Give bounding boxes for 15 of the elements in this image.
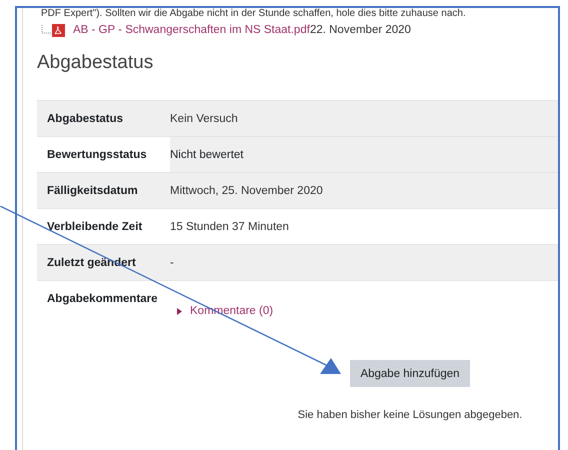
table-cell: Mittwoch, 25. November 2020: [170, 173, 558, 208]
file-date: 22. November 2020: [310, 24, 411, 36]
table-header-cell: Fälligkeitsdatum: [37, 173, 170, 208]
pdf-file-icon: [52, 24, 65, 36]
table-cell: Nicht bewertet: [170, 137, 558, 172]
caret-icon: [177, 308, 182, 314]
file-link[interactable]: AB - GP - Schwangerschaften im NS Staat.pdf: [73, 24, 310, 36]
table-header-cell: Abgabestatus: [37, 101, 170, 136]
table-cell: Kein Versuch: [170, 101, 558, 136]
intro-text: PDF Expert"). Sollten wir die Abgabe nicht in der Stunde schaffen, hole dies bitte zuhause nach.: [40, 8, 467, 20]
section-heading: Abgabestatus: [37, 52, 154, 75]
add-submission-button[interactable]: Abgabe hinzufügen: [350, 360, 470, 387]
submission-note: Sie haben bisher keine Lösungen abgegeben.: [298, 409, 522, 421]
table-cell: -: [170, 245, 558, 280]
tree-connector-icon: [41, 25, 51, 35]
